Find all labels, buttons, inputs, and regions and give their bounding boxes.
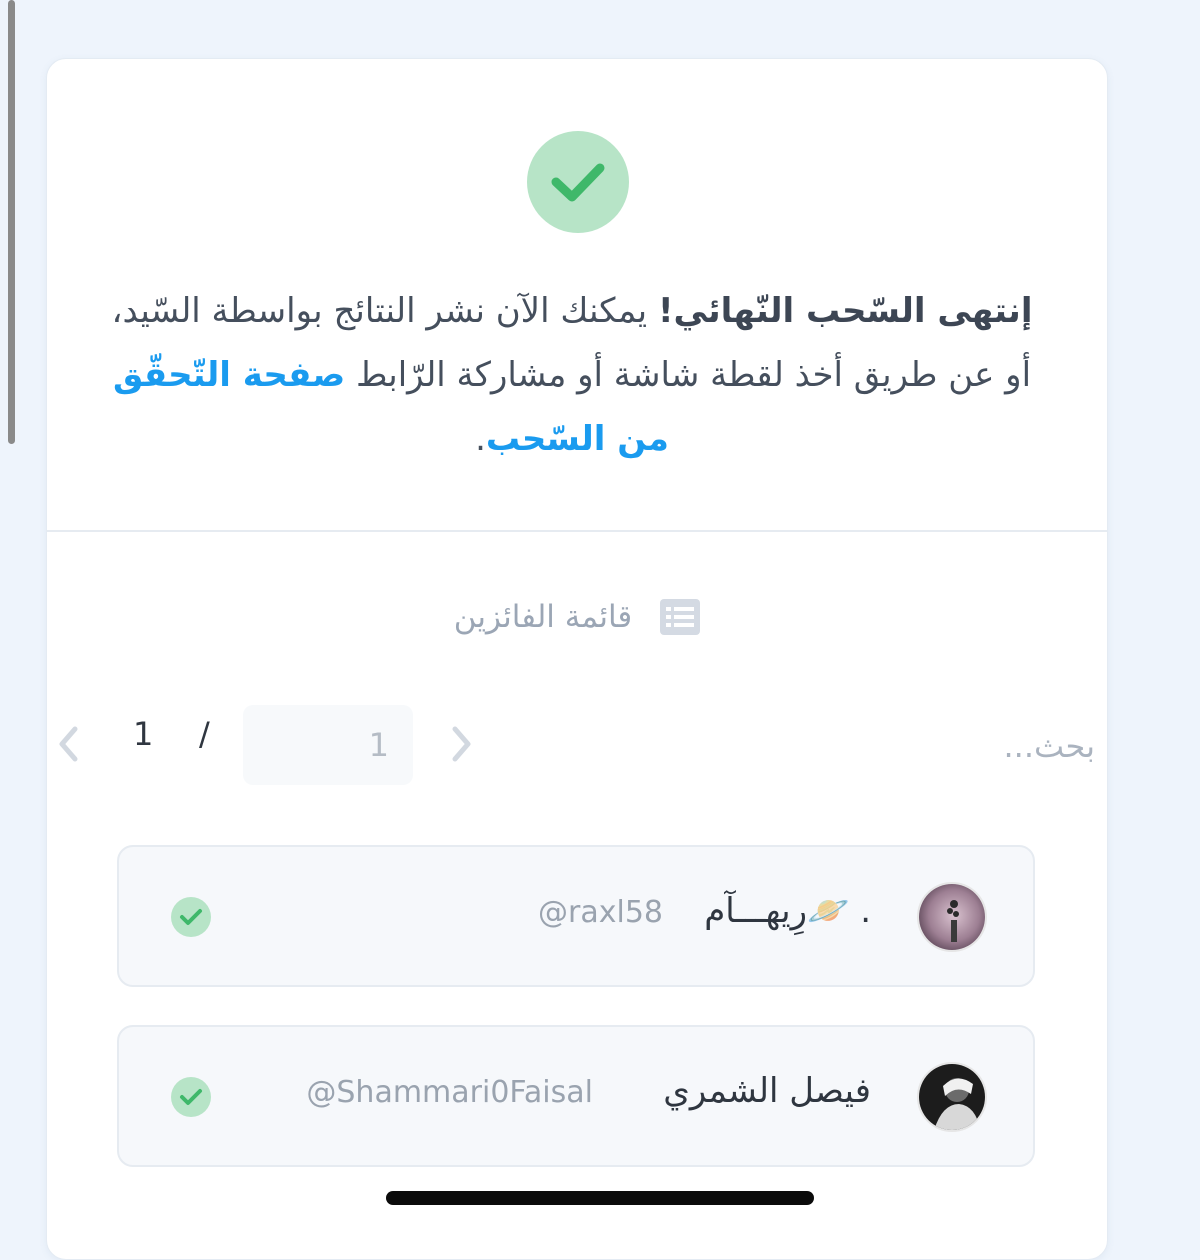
avatar	[917, 1062, 987, 1132]
winners-list-header: قائمة الفائزين	[47, 599, 1107, 635]
pagination-page-input[interactable]	[243, 705, 413, 785]
draw-result-card: إنتهى السّحب النّهائي! يمكنك الآن نشر ال…	[46, 58, 1108, 1260]
search-input[interactable]	[647, 715, 1097, 777]
pagination-next-button[interactable]	[447, 719, 477, 769]
winner-row: رِيهـــآم🪐 . @raxl58	[117, 845, 1035, 987]
check-icon	[171, 1077, 211, 1117]
winner-row: فيصل الشمري @Shammari0Faisal	[117, 1025, 1035, 1167]
pagination-total: 1	[133, 715, 154, 753]
success-icon	[527, 131, 629, 233]
winner-handle: @Shammari0Faisal	[306, 1075, 593, 1110]
scrollbar[interactable]	[8, 0, 15, 444]
avatar	[917, 882, 987, 952]
check-icon	[171, 897, 211, 937]
pagination-separator: /	[199, 715, 210, 753]
pagination-prev-button[interactable]	[53, 719, 83, 769]
winners-list-title: قائمة الفائزين	[453, 599, 633, 635]
result-message-end: .	[475, 419, 486, 459]
winner-name: فيصل الشمري	[663, 1071, 871, 1111]
winner-name: رِيهـــآم🪐 .	[704, 891, 871, 931]
chevron-right-icon	[452, 726, 471, 762]
result-message-bold: إنتهى السّحب النّهائي!	[657, 291, 1033, 331]
result-message: إنتهى السّحب النّهائي! يمكنك الآن نشر ال…	[107, 279, 1037, 471]
winner-handle: @raxl58	[538, 895, 663, 930]
section-divider	[47, 530, 1107, 532]
home-indicator	[386, 1191, 814, 1205]
list-icon	[660, 599, 701, 635]
chevron-left-icon	[59, 726, 78, 762]
